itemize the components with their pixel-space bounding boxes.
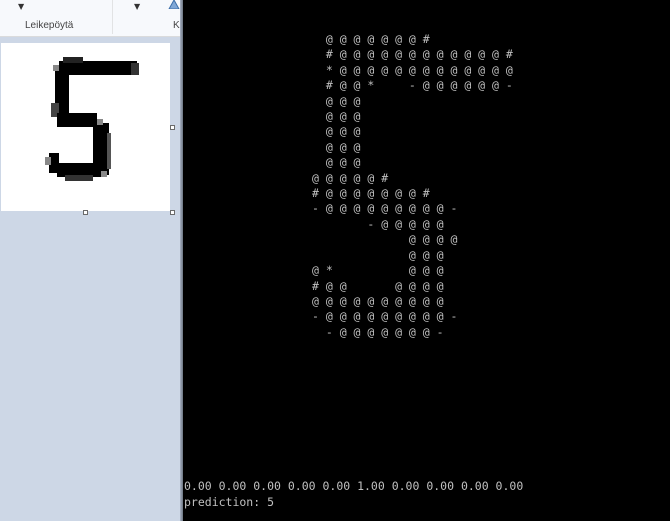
canvas-area <box>0 37 183 521</box>
clipboard-dropdown-icon[interactable]: ▼ <box>18 2 24 11</box>
resize-handle-bottom[interactable] <box>83 210 88 215</box>
drawing-canvas[interactable] <box>1 43 170 211</box>
class-probabilities: 0.00 0.00 0.00 0.00 0.00 1.00 0.00 0.00 … <box>184 479 524 493</box>
paint-window: ▼ ▼ Leikepöytä Ku <box>0 0 185 521</box>
ribbon: ▼ ▼ Leikepöytä Ku <box>0 0 185 37</box>
console-window[interactable]: @ @ @ @ @ @ @ # # @ @ @ @ @ @ @ @ @ @ @ … <box>183 0 670 521</box>
clipboard-group-label: Leikepöytä <box>25 20 74 31</box>
handwritten-digit-five <box>45 57 139 181</box>
resize-handle-right[interactable] <box>170 125 175 130</box>
resize-handle-corner[interactable] <box>170 210 175 215</box>
ascii-digit-render: @ @ @ @ @ @ @ # # @ @ @ @ @ @ @ @ @ @ @ … <box>312 32 513 339</box>
prediction-output: prediction: 5 <box>184 495 275 509</box>
image-dropdown-icon[interactable]: ▼ <box>134 2 140 11</box>
ribbon-divider <box>112 0 113 34</box>
shapes-icon[interactable] <box>167 0 181 9</box>
